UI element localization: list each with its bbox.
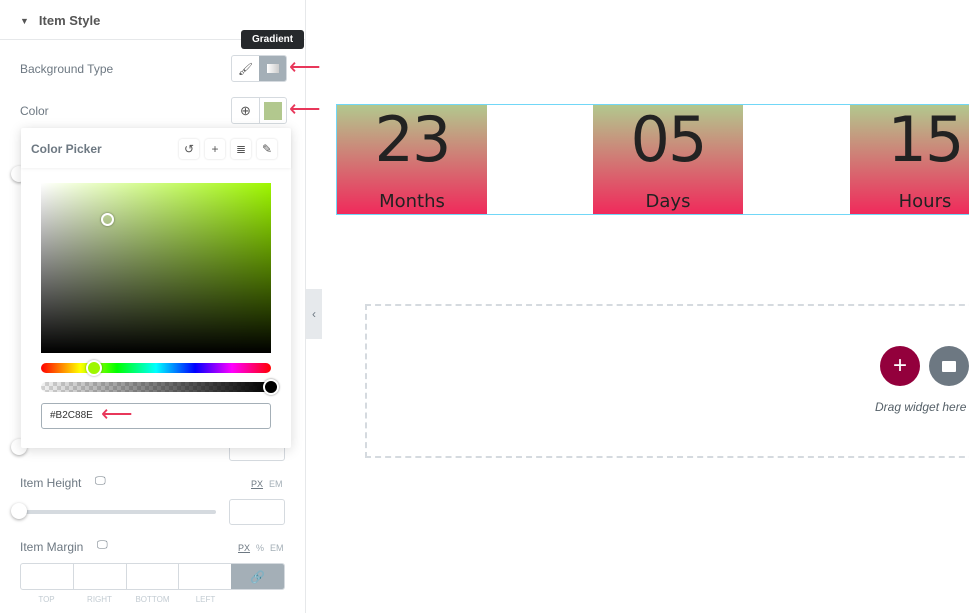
item-margin-label: Item Margin — [20, 540, 84, 554]
saturation-area[interactable] — [41, 183, 271, 353]
color-label: Color — [20, 104, 49, 118]
annotation-arrow-icon: ⟵ — [101, 401, 133, 426]
gradient-tooltip: Gradient — [241, 30, 305, 49]
annotation-arrow-icon: ⟵ — [289, 96, 321, 121]
picker-header: Color Picker ↺ + ≣ ✎ — [21, 128, 291, 168]
margin-left-input[interactable] — [179, 564, 231, 589]
eyedropper-icon[interactable]: ✎ — [257, 139, 277, 159]
add-template-button[interactable] — [929, 346, 969, 386]
color-swatch[interactable] — [259, 98, 286, 123]
unit-px[interactable]: PX — [251, 479, 263, 489]
item-margin-units: PX % EM — [238, 543, 284, 553]
picker-title: Color Picker — [31, 142, 102, 156]
item-height-slider[interactable] — [20, 510, 216, 514]
link-icon[interactable]: 🔗 — [231, 564, 284, 589]
annotation-arrow-icon: ⟵ — [289, 54, 321, 79]
countdown-label: Hours — [898, 191, 952, 212]
drop-zone-text: Drag widget here — [875, 400, 967, 414]
margin-inputs: 🔗 — [20, 563, 285, 590]
countdown-label: Months — [379, 191, 445, 212]
add-section-button[interactable]: + — [880, 346, 920, 386]
alpha-slider[interactable] — [41, 379, 279, 395]
color-control: ⊕ — [231, 97, 287, 124]
label-right: RIGHT — [87, 595, 112, 604]
background-type-label: Background Type — [20, 62, 114, 76]
gradient-icon[interactable] — [259, 56, 286, 81]
label-left: LEFT — [195, 595, 216, 604]
slider-thumb[interactable] — [11, 503, 27, 519]
unit-em[interactable]: EM — [269, 479, 283, 489]
color-picker-popup: Color Picker ↺ + ≣ ✎ #B2C88E ⟵ — [21, 128, 291, 448]
classic-brush-icon[interactable]: 🖌 — [232, 56, 259, 81]
desktop-icon[interactable]: 🖵 — [95, 475, 106, 488]
countdown-value: 05 — [630, 103, 708, 176]
unit-px[interactable]: PX — [238, 543, 250, 553]
background-type-toggle: 🖌 — [231, 55, 287, 82]
hue-handle[interactable] — [86, 360, 102, 376]
reset-icon[interactable]: ↺ — [179, 139, 199, 159]
hex-input[interactable]: #B2C88E — [41, 403, 271, 429]
margin-right-input[interactable] — [74, 564, 127, 589]
editor-panel: ▼ Item Style Background Type 🖌 Gradient … — [0, 0, 306, 613]
plus-icon[interactable]: + — [205, 139, 225, 159]
unit-em[interactable]: EM — [270, 543, 284, 553]
countdown-label: Days — [645, 191, 691, 212]
collapse-panel-button[interactable]: ‹ — [306, 289, 322, 339]
drop-zone[interactable] — [365, 304, 969, 458]
folder-icon — [942, 360, 956, 372]
plus-icon: + — [892, 352, 907, 379]
label-top: TOP — [38, 595, 55, 604]
section-header[interactable]: ▼ Item Style — [20, 13, 100, 28]
saturation-handle[interactable] — [101, 213, 114, 226]
margin-field-labels: TOP RIGHT BOTTOM LEFT — [20, 595, 232, 604]
globe-icon[interactable]: ⊕ — [232, 98, 259, 123]
countdown-value: 15 — [887, 103, 965, 176]
countdown-item-months: 23 Months — [337, 105, 487, 214]
countdown-item-hours: 15 Hours — [850, 105, 969, 214]
item-height-input[interactable] — [229, 499, 285, 525]
database-icon[interactable]: ≣ — [231, 139, 251, 159]
countdown-value: 23 — [374, 103, 452, 176]
margin-bottom-input[interactable] — [127, 564, 180, 589]
item-height-units: PX EM — [251, 479, 283, 489]
unit-percent[interactable]: % — [256, 543, 264, 553]
countdown-item-days: 05 Days — [593, 105, 743, 214]
label-bottom: BOTTOM — [135, 595, 170, 604]
section-title: Item Style — [38, 13, 101, 28]
caret-down-icon: ▼ — [20, 15, 29, 26]
item-height-label: Item Height — [20, 476, 82, 490]
desktop-icon[interactable]: 🖵 — [97, 539, 108, 552]
hue-slider[interactable] — [41, 360, 271, 376]
margin-top-input[interactable] — [21, 564, 74, 589]
alpha-handle[interactable] — [263, 379, 279, 395]
